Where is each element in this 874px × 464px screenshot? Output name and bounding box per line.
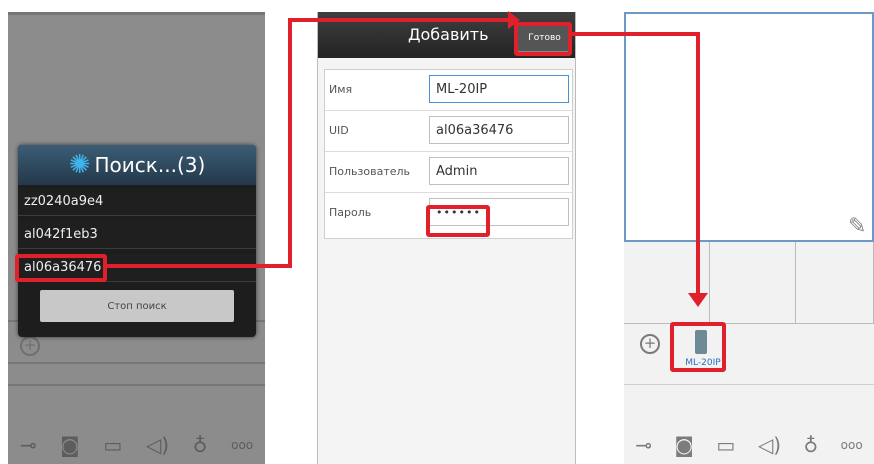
record-icon[interactable]: ▭ [716,433,735,457]
more-icon[interactable]: ooo [841,438,863,452]
arrow-line [288,18,292,268]
highlight-box [426,205,490,237]
divider [8,362,265,364]
live-view-screen: ✎ + ML-20IP ⊸ ◙ ▭ ◁) ♁ ooo [624,12,874,464]
camera-icon[interactable]: ◙ [675,433,694,457]
add-icon[interactable]: + [640,334,660,354]
user-input[interactable]: Admin [429,157,569,185]
search-title: Поиск...(3) [94,153,206,177]
search-dialog: ✺ Поиск...(3) zz0240a9e4 al042f1eb3 al06… [18,145,256,337]
edit-icon[interactable]: ✎ [848,214,866,239]
speaker-icon[interactable]: ◁) [758,433,781,457]
toolbar: ⊸ ◙ ▭ ◁) ♁ ooo [8,426,265,464]
arrow-line [288,18,510,22]
divider [8,384,265,386]
video-view[interactable]: ✎ [624,12,874,242]
key-icon[interactable]: ⊸ [635,433,652,457]
divider [624,384,874,385]
arrow-line [696,32,700,296]
more-icon[interactable]: ooo [231,438,253,452]
search-result-item[interactable]: al042f1eb3 [18,221,256,249]
mic-icon[interactable]: ♁ [193,433,208,457]
form-row-user: Пользователь Admin [325,152,572,193]
name-label: Имя [329,83,353,96]
grid-cell[interactable] [710,242,796,324]
stop-search-button[interactable]: Стоп поиск [40,290,234,322]
arrow-line [572,32,700,36]
grid-cell[interactable] [796,242,874,324]
spinner-icon: ✺ [68,150,91,180]
add-icon[interactable]: + [20,336,40,356]
speaker-icon[interactable]: ◁) [146,433,169,457]
uid-label: UID [329,124,349,137]
arrow-line [106,264,292,268]
toolbar: ⊸ ◙ ▭ ◁) ♁ ooo [624,426,874,464]
top-border [8,12,265,15]
search-result-item[interactable]: zz0240a9e4 [18,188,256,216]
camera-icon[interactable]: ◙ [60,433,79,457]
form-row-uid: UID al06a36476 [325,111,572,152]
mic-icon[interactable]: ♁ [804,433,819,457]
highlight-box [15,254,107,282]
arrow-head-down [688,293,708,307]
user-label: Пользователь [329,165,411,178]
record-icon[interactable]: ▭ [103,433,122,457]
uid-input[interactable]: al06a36476 [429,116,569,144]
search-dialog-header: ✺ Поиск...(3) [18,145,256,185]
highlight-box [514,22,572,56]
highlight-box [670,322,726,372]
password-label: Пароль [329,206,372,219]
key-icon[interactable]: ⊸ [20,433,37,457]
